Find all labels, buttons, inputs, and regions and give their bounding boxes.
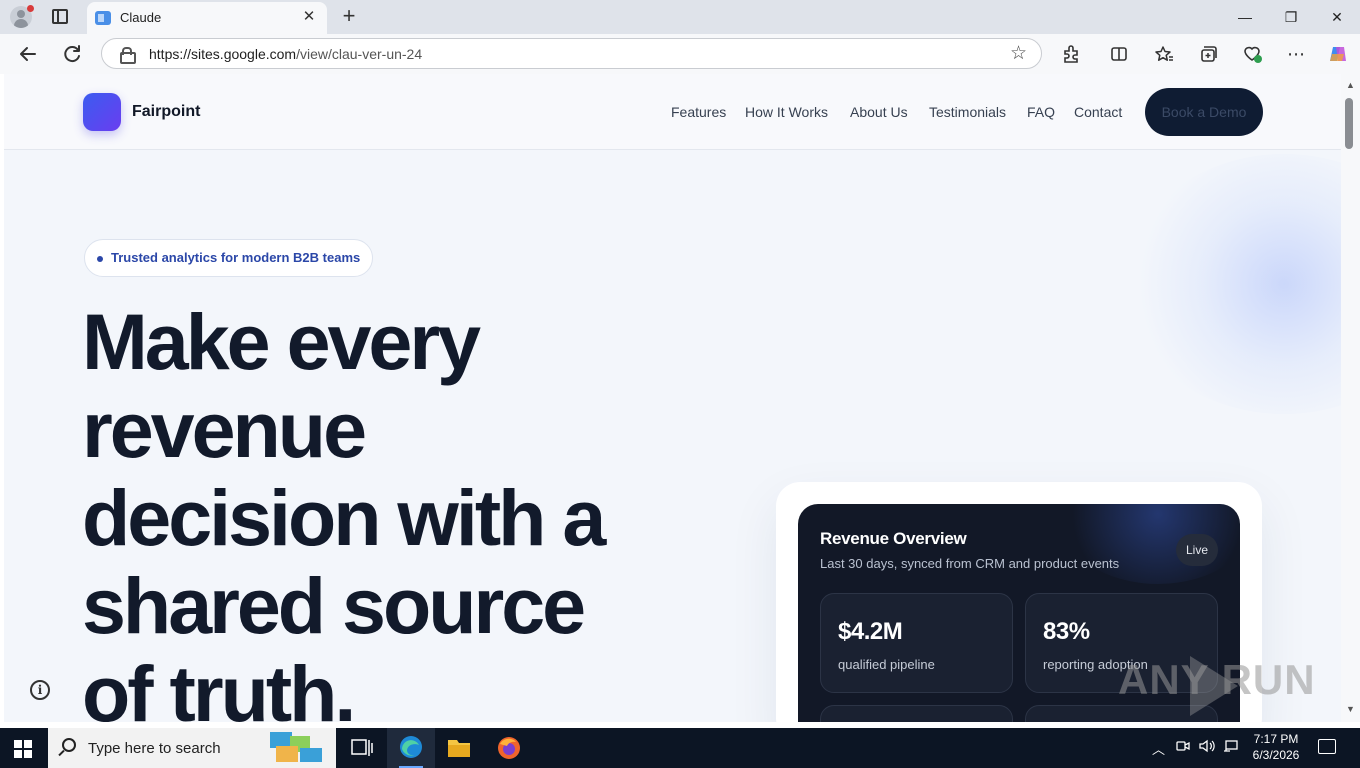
show-hidden-icons-chevron-icon[interactable]: ︿ [1152, 739, 1165, 758]
clock-time: 7:17 PM [1253, 732, 1299, 746]
search-icon [62, 738, 76, 752]
browser-tab-strip: Claude ✕ + — ❐ ✕ [0, 0, 1360, 34]
decorative-glow [1124, 154, 1341, 414]
brand-name[interactable]: Fairpoint [132, 103, 200, 121]
back-arrow-icon[interactable] [14, 40, 42, 68]
brand-logo-icon[interactable] [83, 93, 121, 131]
site-info-lock-icon[interactable] [120, 47, 136, 64]
trust-badge: Trusted analytics for modern B2B teams [84, 239, 374, 277]
firefox-icon[interactable] [485, 728, 533, 768]
browser-tab[interactable]: Claude ✕ [87, 2, 327, 34]
scroll-up-arrow-icon[interactable]: ▲ [1346, 80, 1355, 90]
network-icon[interactable] [1223, 739, 1239, 756]
window-close-button[interactable]: ✕ [1314, 0, 1360, 34]
notification-center-icon[interactable] [1318, 739, 1336, 754]
extensions-icon[interactable] [1057, 40, 1085, 68]
nav-link-contact[interactable]: Contact [1074, 104, 1122, 120]
url-text[interactable]: https://sites.google.com/view/clau-ver-u… [149, 46, 422, 62]
metric-label: qualified pipeline [838, 657, 935, 672]
nav-link-faq[interactable]: FAQ [1027, 104, 1055, 120]
minimize-button[interactable]: — [1222, 0, 1268, 34]
taskbar-search-box[interactable]: Type here to search [48, 728, 336, 768]
metric-card-partial [820, 705, 1013, 722]
taskbar-search-placeholder: Type here to search [88, 740, 221, 757]
new-tab-button[interactable]: + [336, 3, 362, 29]
copilot-icon[interactable] [1324, 40, 1352, 68]
meet-now-icon[interactable] [1176, 739, 1190, 756]
more-options-icon[interactable]: ⋯ [1282, 40, 1310, 68]
nav-link-how-it-works[interactable]: How It Works [745, 104, 828, 120]
edge-taskbar-icon[interactable] [387, 728, 435, 768]
file-explorer-icon[interactable] [435, 728, 483, 768]
browser-toolbar: https://sites.google.com/view/clau-ver-u… [0, 34, 1360, 74]
book-demo-button[interactable]: Book a Demo [1145, 88, 1263, 136]
profile-notification-dot [27, 5, 34, 12]
restore-button[interactable]: ❐ [1268, 0, 1314, 34]
scroll-down-arrow-icon[interactable]: ▼ [1346, 704, 1355, 714]
address-bar[interactable]: https://sites.google.com/view/clau-ver-u… [101, 38, 1042, 69]
page-scrollbar[interactable]: ▲ ▼ [1341, 74, 1360, 722]
metric-value: 83% [1043, 618, 1090, 645]
trust-badge-text: Trusted analytics for modern B2B teams [111, 250, 361, 265]
favorite-star-icon[interactable]: ☆ [1010, 42, 1027, 65]
scroll-thumb[interactable] [1345, 98, 1353, 149]
tab-actions-icon[interactable] [52, 9, 68, 24]
hero-headline: Make every revenue decision with a share… [82, 297, 606, 723]
browser-essentials-icon[interactable] [1238, 40, 1266, 68]
tab-title: Claude [120, 10, 162, 25]
split-screen-icon[interactable] [1105, 40, 1133, 68]
site-header: Fairpoint Features How It Works About Us… [4, 74, 1341, 150]
card-title: Revenue Overview [820, 529, 967, 548]
anyrun-watermark: ANY RUN [1118, 656, 1316, 703]
windows-taskbar: Type here to search ︿ 7:17 PM 6/3/2026 [0, 728, 1360, 768]
nav-link-testimonials[interactable]: Testimonials [929, 104, 1006, 120]
info-icon[interactable]: i [30, 680, 50, 700]
favorites-icon[interactable] [1150, 40, 1178, 68]
volume-icon[interactable] [1199, 739, 1215, 756]
search-highlight-puzzle-icon [270, 732, 322, 762]
tab-close-icon[interactable]: ✕ [299, 7, 319, 27]
collections-icon[interactable] [1194, 40, 1222, 68]
live-status-badge: Live [1176, 534, 1218, 566]
windows-start-icon[interactable] [14, 740, 32, 758]
metric-card: $4.2M qualified pipeline [820, 593, 1013, 693]
nav-link-features[interactable]: Features [671, 104, 726, 120]
web-page: Fairpoint Features How It Works About Us… [4, 74, 1341, 722]
clock-date: 6/3/2026 [1252, 748, 1300, 762]
system-clock[interactable]: 7:17 PM 6/3/2026 [1248, 731, 1304, 763]
refresh-icon[interactable] [58, 40, 86, 68]
task-view-icon[interactable] [338, 728, 386, 768]
nav-link-about-us[interactable]: About Us [850, 104, 908, 120]
metric-value: $4.2M [838, 618, 903, 645]
card-subtitle: Last 30 days, synced from CRM and produc… [820, 556, 1120, 571]
site-favicon-icon [95, 11, 111, 25]
badge-dot-icon [97, 256, 103, 262]
